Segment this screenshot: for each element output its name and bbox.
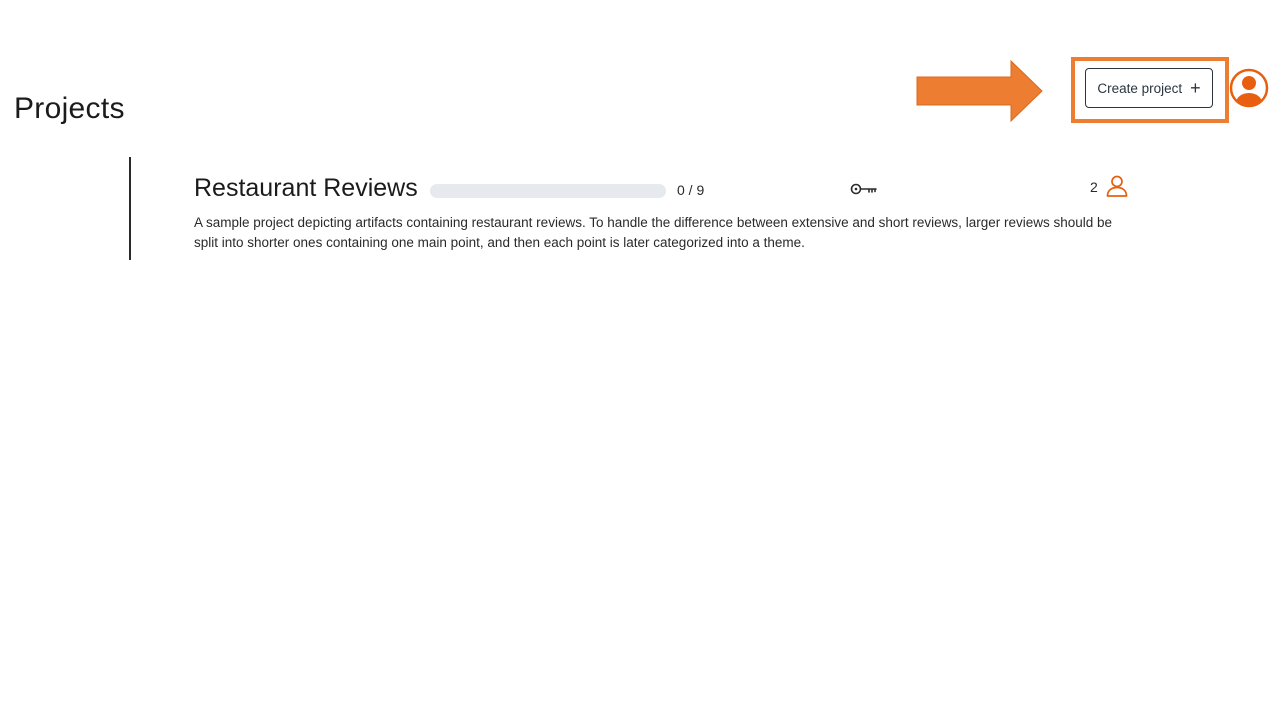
project-list-divider (129, 157, 131, 260)
page-title: Projects (14, 92, 125, 126)
create-project-label: Create project (1097, 80, 1183, 96)
project-progress-bar (430, 184, 666, 198)
project-progress-count: 0 / 9 (677, 182, 705, 198)
user-avatar-icon[interactable] (1229, 68, 1269, 108)
key-icon[interactable] (850, 181, 878, 197)
project-member-count: 2 (1090, 179, 1098, 195)
plus-icon: + (1190, 78, 1201, 98)
annotation-arrow (916, 60, 1043, 122)
user-icon[interactable] (1105, 174, 1129, 198)
projects-page: Projects Create project + Restaurant Rev… (0, 0, 1280, 720)
create-project-button[interactable]: Create project + (1085, 68, 1213, 108)
project-name[interactable]: Restaurant Reviews (194, 174, 418, 203)
project-description: A sample project depicting artifacts con… (194, 215, 1113, 250)
